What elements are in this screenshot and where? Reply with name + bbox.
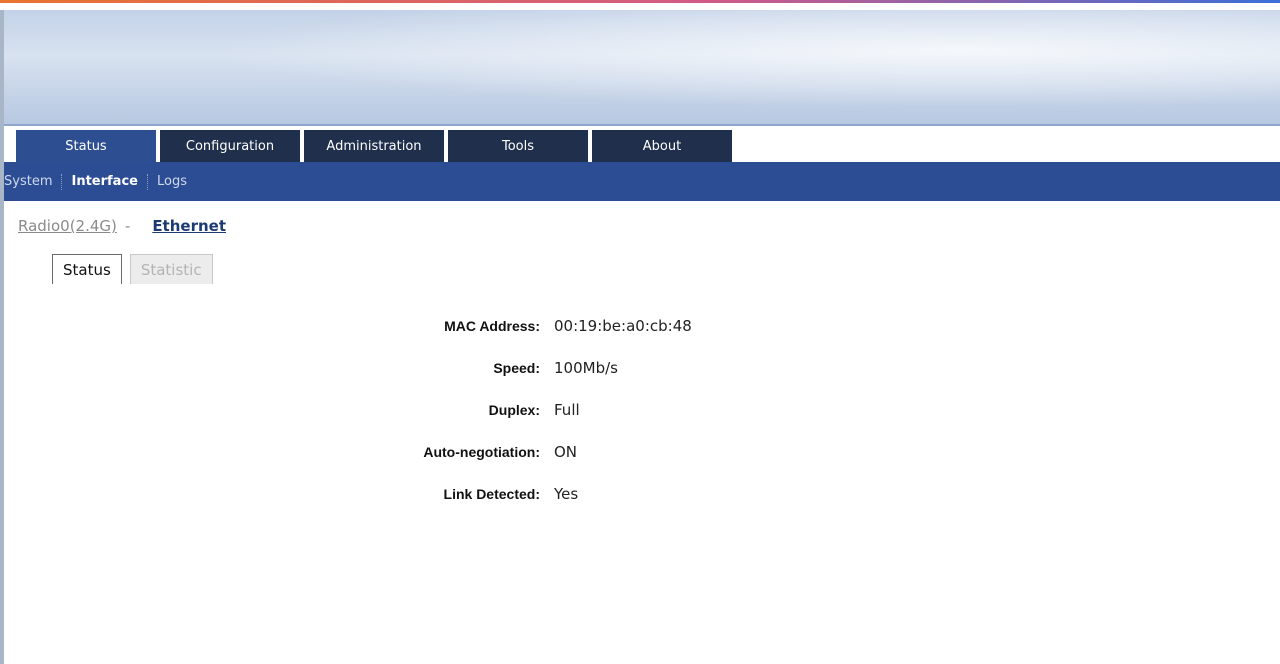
interface-selector: Radio0(2.4G) - Ethernet xyxy=(18,217,226,235)
tab-administration[interactable]: Administration xyxy=(304,130,444,163)
duplex-row: Duplex: Full xyxy=(0,390,1280,430)
main-nav: Status Configuration Administration Tool… xyxy=(16,130,736,163)
sub-nav: System Interface Logs xyxy=(4,162,1280,201)
duplex-value: Full xyxy=(554,401,580,419)
mac-address-label: MAC Address: xyxy=(444,318,540,334)
link-detected-value: Yes xyxy=(554,485,579,503)
subnav-item-system[interactable]: System xyxy=(4,173,61,190)
interface-separator: - xyxy=(124,217,131,235)
tab-status[interactable]: Status xyxy=(16,130,156,163)
tab-statistic-view[interactable]: Statistic xyxy=(129,254,213,284)
ethernet-interface-link[interactable]: Ethernet xyxy=(152,217,226,235)
tab-configuration[interactable]: Configuration xyxy=(160,130,300,163)
link-detected-label: Link Detected: xyxy=(443,486,540,502)
mac-address-row: MAC Address: 00:19:be:a0:cb:48 xyxy=(0,306,1280,346)
header-banner xyxy=(4,10,1280,126)
duplex-label: Duplex: xyxy=(488,402,540,418)
tab-tools[interactable]: Tools xyxy=(448,130,588,163)
link-detected-row: Link Detected: Yes xyxy=(0,474,1280,514)
tab-status-view[interactable]: Status xyxy=(52,254,122,284)
radio-interface-link[interactable]: Radio0(2.4G) xyxy=(18,217,117,235)
speed-value: 100Mb/s xyxy=(554,359,618,377)
auto-negotiation-label: Auto-negotiation: xyxy=(423,444,540,460)
auto-negotiation-value: ON xyxy=(554,443,578,461)
tab-about[interactable]: About xyxy=(592,130,732,163)
speed-row: Speed: 100Mb/s xyxy=(0,348,1280,388)
speed-label: Speed: xyxy=(493,360,540,376)
mac-address-value: 00:19:be:a0:cb:48 xyxy=(554,317,692,335)
subnav-item-logs[interactable]: Logs xyxy=(148,173,196,190)
auto-negotiation-row: Auto-negotiation: ON xyxy=(0,432,1280,472)
subnav-item-interface[interactable]: Interface xyxy=(62,173,147,190)
accent-stripe xyxy=(0,0,1280,3)
view-tabs: Status Statistic xyxy=(52,254,221,284)
